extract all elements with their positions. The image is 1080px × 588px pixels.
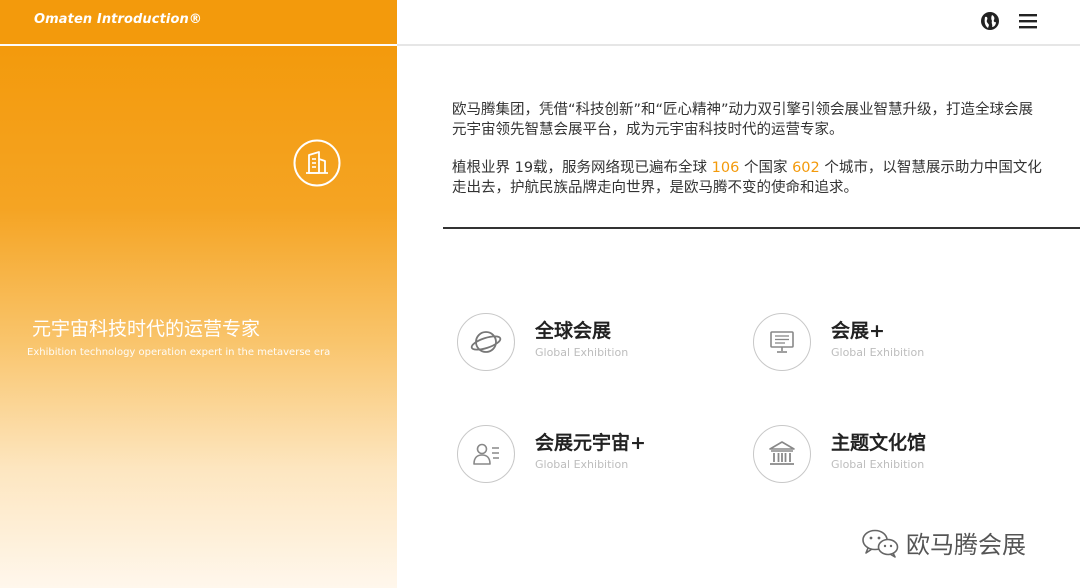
feature-subtitle: Global Exhibition xyxy=(831,346,925,359)
tagline-cn: 元宇宙科技时代的运营专家 xyxy=(32,318,261,340)
feature-title: 会展元宇宙+ xyxy=(535,432,646,454)
feature-title: 全球会展 xyxy=(535,320,612,342)
brand-title: Omaten Introduction® xyxy=(34,12,202,27)
feature-title: 主题文化馆 xyxy=(831,432,927,454)
feature-exhibition-plus[interactable]: 会展+ Global Exhibition xyxy=(753,313,1013,373)
section-divider xyxy=(443,227,1080,229)
watermark: 欧马腾会展 xyxy=(860,525,1026,560)
header-right-bar xyxy=(397,0,1080,44)
globe-icon[interactable] xyxy=(979,10,1001,32)
intro-text-part: 植根业界 19载，服务网络现已遍布全球 xyxy=(452,160,712,176)
user-profile-icon xyxy=(457,425,515,483)
intro-paragraph-1: 欧马腾集团，凭借“科技创新”和“匠心精神”动力双引擎引领会展业智慧升级，打造全球… xyxy=(452,102,1034,138)
tagline-en: Exhibition technology operation expert i… xyxy=(27,347,331,358)
feature-metaverse[interactable]: 会展元宇宙+ Global Exhibition xyxy=(457,425,717,485)
intro-text-part: 个国家 xyxy=(739,160,793,176)
intro-paragraph-2: 植根业界 19载，服务网络现已遍布全球 106 个国家 602 个城市，以智慧展… xyxy=(452,158,1042,198)
building-icon xyxy=(293,139,341,187)
feature-subtitle: Global Exhibition xyxy=(535,458,629,471)
museum-icon xyxy=(753,425,811,483)
countries-count: 106 xyxy=(711,160,740,176)
wechat-icon xyxy=(860,528,900,558)
feature-global-exhibition[interactable]: 全球会展 Global Exhibition xyxy=(457,313,717,373)
monitor-icon xyxy=(753,313,811,371)
cities-count: 602 xyxy=(792,160,820,176)
intro-text: 欧马腾集团，凭借“科技创新”和“匠心精神”动力双引擎引领会展业智慧升级，打造全球… xyxy=(452,100,1042,216)
planet-icon xyxy=(457,313,515,371)
hamburger-menu-icon[interactable] xyxy=(1017,10,1039,32)
feature-culture-hall[interactable]: 主题文化馆 Global Exhibition xyxy=(753,425,1013,485)
about-subtitle: ABOUT OMATEN xyxy=(866,254,1015,275)
feature-subtitle: Global Exhibition xyxy=(831,458,925,471)
feature-title: 会展+ xyxy=(831,320,885,342)
header-brand-bar: Omaten Introduction® xyxy=(0,0,397,44)
watermark-text: 欧马腾会展 xyxy=(906,531,1026,559)
feature-subtitle: Global Exhibition xyxy=(535,346,629,359)
